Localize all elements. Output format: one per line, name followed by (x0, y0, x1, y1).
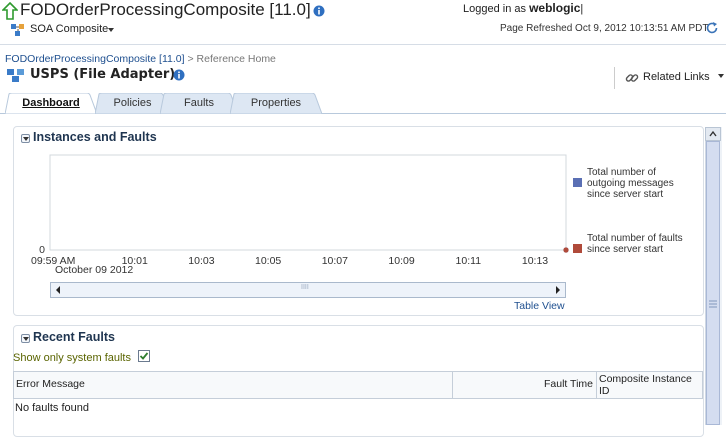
legend-swatch-outgoing (573, 178, 582, 187)
tab-policies-label: Policies (113, 97, 152, 109)
faults-table: Error Message Fault Time Composite Insta… (13, 371, 703, 431)
soa-composite-label: SOA Composite (30, 23, 109, 35)
related-links-divider (614, 67, 615, 89)
logged-in-suffix: | (580, 3, 584, 15)
logged-in-prefix: Logged in as (463, 3, 526, 15)
collapse-toggle-icon[interactable] (21, 134, 30, 143)
tab-faults-label: Faults (184, 97, 214, 109)
chevron-down-icon (108, 28, 114, 32)
up-arrow-icon[interactable] (2, 2, 18, 20)
breadcrumb-parent-link[interactable]: FODOrderProcessingComposite [11.0] (5, 53, 185, 65)
breadcrumb: FODOrderProcessingComposite [11.0] > Ref… (5, 53, 276, 65)
arrow-right-icon (556, 286, 560, 294)
composite-icon (11, 24, 24, 36)
related-links-menu[interactable]: Related Links (625, 71, 724, 83)
chevron-up-icon (709, 130, 717, 137)
scroll-grip[interactable]: IIII (301, 284, 309, 291)
column-header-error-message[interactable]: Error Message (13, 371, 453, 399)
legend-label-faults: Total number of faults since server star… (587, 233, 683, 255)
show-system-faults-checkbox[interactable] (138, 350, 150, 362)
app-title: FODOrderProcessingComposite [11.0] (20, 0, 311, 19)
tab-dashboard[interactable]: Dashboard (5, 93, 97, 114)
page-title: USPS (File Adapter) (30, 67, 176, 82)
grip-icon (709, 300, 717, 308)
tab-properties-label: Properties (250, 97, 302, 109)
legend-swatch-faults (573, 244, 582, 253)
refresh-icon[interactable] (705, 21, 719, 35)
scroll-left-button[interactable] (50, 282, 66, 298)
tab-faults[interactable]: Faults (160, 93, 238, 114)
page-refreshed-text: Page Refreshed Oct 9, 2012 10:13:51 AM P… (500, 23, 709, 34)
chevron-down-icon (717, 74, 724, 78)
info-icon[interactable] (313, 5, 325, 17)
tab-properties[interactable]: Properties (230, 93, 322, 114)
header-divider (0, 44, 726, 45)
table-view-link[interactable]: Table View (514, 300, 565, 312)
breadcrumb-separator: > (187, 53, 194, 65)
legend-label-outgoing: Total number of outgoing messages since … (587, 167, 674, 200)
chart-date-label: October 09 2012 (55, 264, 134, 276)
collapse-toggle-icon[interactable] (21, 334, 30, 343)
logged-in-info: Logged in as weblogic| (463, 1, 583, 15)
empty-faults-message: No faults found (15, 402, 89, 414)
scroll-up-button[interactable] (705, 127, 721, 141)
file-adapter-icon (7, 69, 24, 82)
tab-policies[interactable]: Policies (95, 93, 170, 114)
column-header-fault-time[interactable]: Fault Time (452, 371, 597, 399)
link-chain-icon (625, 74, 639, 82)
column-header-composite-instance-id[interactable]: Composite Instance ID (596, 371, 703, 399)
related-links-label: Related Links (643, 71, 710, 83)
tab-dashboard-label: Dashboard (22, 97, 80, 109)
breadcrumb-current: Reference Home (196, 53, 276, 65)
instances-panel-title: Instances and Faults (33, 130, 157, 144)
scroll-right-button[interactable] (550, 282, 566, 298)
username-link[interactable]: weblogic (529, 1, 580, 15)
info-icon[interactable] (173, 69, 185, 81)
scroll-thumb[interactable] (706, 141, 720, 425)
arrow-left-icon (56, 286, 60, 294)
recent-faults-title: Recent Faults (33, 330, 115, 344)
show-system-faults-label: Show only system faults (13, 352, 131, 364)
